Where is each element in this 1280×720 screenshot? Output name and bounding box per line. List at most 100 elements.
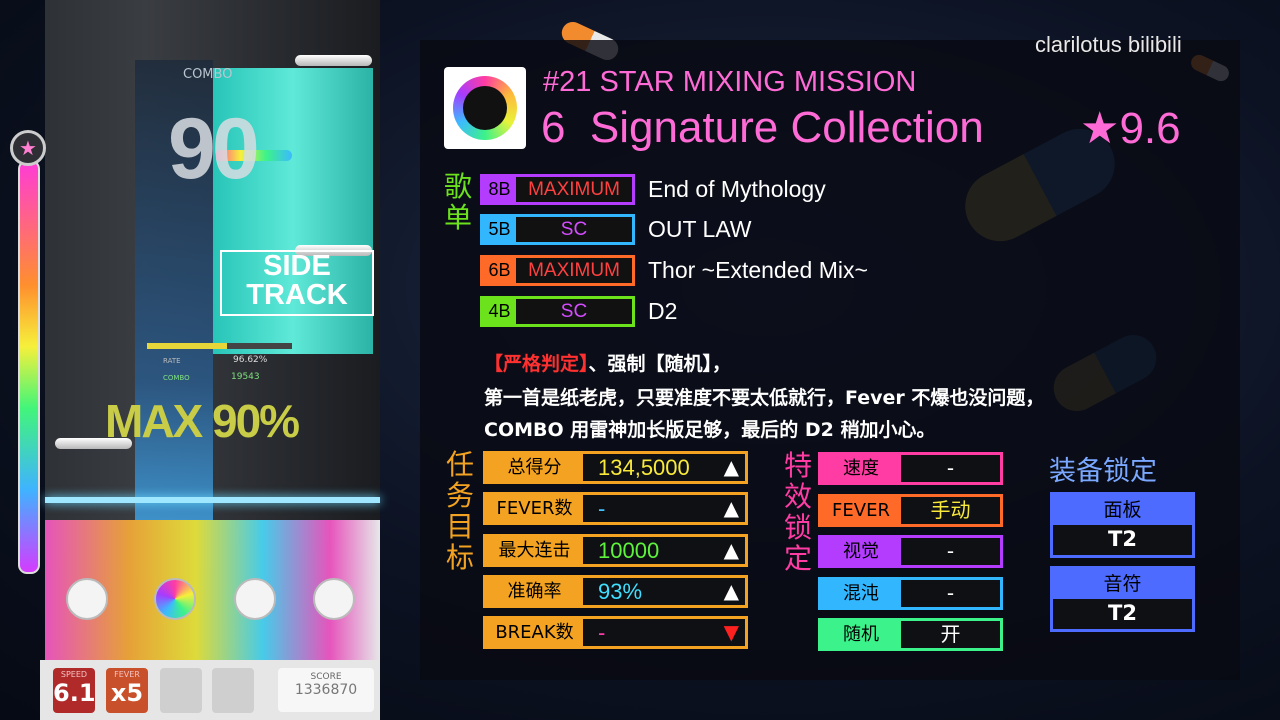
effect-row: 速度 - bbox=[818, 452, 1003, 485]
goal-value: 134,5000 bbox=[598, 455, 690, 480]
rainbow-ring-icon bbox=[453, 76, 517, 140]
combo-small-value: 19543 bbox=[231, 372, 260, 382]
rate-label: RATE bbox=[163, 357, 181, 365]
goal-label: 准确率 bbox=[486, 578, 583, 605]
song-name: OUT LAW bbox=[648, 216, 752, 242]
song-difficulty-badge: 6B MAXIMUM bbox=[480, 255, 635, 286]
goal-label: 最大连击 bbox=[486, 537, 583, 564]
fever-value: x5 bbox=[110, 679, 144, 707]
equipment-lock-title: 装备锁定 bbox=[1049, 456, 1157, 487]
forced-random-text: 、强制【随机】， bbox=[588, 353, 732, 375]
combo-counter: 90 bbox=[168, 101, 260, 197]
score-box: SCORE 1336870 bbox=[278, 668, 374, 712]
speed-value: 6.1 bbox=[53, 679, 96, 707]
rate-bar bbox=[147, 343, 292, 349]
equipment-box: 音符 T2 bbox=[1050, 566, 1195, 632]
effect-label: FEVER bbox=[821, 497, 901, 524]
song-difficulty-badge: 8B MAXIMUM bbox=[480, 174, 635, 205]
song-difficulty: MAXIMUM bbox=[528, 260, 620, 281]
goal-value: 10000 bbox=[598, 538, 660, 563]
song-name: D2 bbox=[648, 298, 678, 324]
description-line-2: 第一首是纸老虎，只要准度不要太低就行，Fever 不爆也没问题， bbox=[484, 387, 1045, 409]
equipment-value: T2 bbox=[1108, 601, 1137, 625]
goal-row: 最大连击 10000 ▲ bbox=[483, 534, 748, 567]
goal-arrow-icon: ▲ bbox=[723, 579, 739, 603]
max-judgement-text: MAX 90% bbox=[105, 395, 300, 447]
song-difficulty: SC bbox=[560, 301, 588, 322]
goal-row: BREAK数 - ▼ bbox=[483, 616, 748, 649]
song-level: 8B bbox=[483, 177, 516, 202]
goal-value: - bbox=[598, 496, 606, 521]
effect-row: FEVER 手动 bbox=[818, 494, 1003, 527]
goal-arrow-icon: ▼ bbox=[723, 620, 739, 644]
description-line-1: 【严格判定】、强制【随机】， bbox=[484, 349, 731, 376]
rate-value: 96.62% bbox=[233, 355, 268, 365]
equipment-label: 音符 bbox=[1053, 569, 1192, 599]
effect-label: 速度 bbox=[821, 455, 901, 482]
lane-key-1[interactable] bbox=[66, 578, 108, 620]
side-track-label: SIDE TRACK bbox=[220, 250, 374, 316]
mission-title: #21 STAR MIXING MISSION bbox=[543, 66, 917, 98]
goal-row: FEVER数 - ▲ bbox=[483, 492, 748, 525]
song-difficulty-badge: 5B SC bbox=[480, 214, 635, 245]
lane-key-3[interactable] bbox=[234, 578, 276, 620]
empty-slot bbox=[160, 668, 202, 713]
goal-label: BREAK数 bbox=[486, 619, 583, 646]
goal-value: - bbox=[598, 620, 606, 645]
goal-label: FEVER数 bbox=[486, 495, 583, 522]
score-value: 1336870 bbox=[294, 682, 358, 698]
speed-box: SPEED 6.1 bbox=[53, 668, 96, 713]
difficulty-stars: ★9.6 bbox=[1080, 104, 1181, 153]
effect-label: 视觉 bbox=[821, 538, 901, 565]
mission-goals-label: 任务目标 bbox=[445, 448, 474, 574]
star-icon: ★ bbox=[10, 130, 46, 166]
effect-value: 开 bbox=[940, 622, 961, 646]
collection-title: 6 Signature Collection bbox=[541, 103, 984, 152]
equipment-box: 面板 T2 bbox=[1050, 492, 1195, 558]
goal-arrow-icon: ▲ bbox=[723, 455, 739, 479]
goal-value: 93% bbox=[598, 579, 643, 604]
watermark: clarilotus bilibili bbox=[1035, 32, 1182, 57]
goal-arrow-icon: ▲ bbox=[723, 496, 739, 520]
effect-value: - bbox=[946, 539, 955, 563]
song-level: 6B bbox=[483, 258, 516, 283]
effect-row: 混沌 - bbox=[818, 577, 1003, 610]
effects-lock-label: 特效锁定 bbox=[783, 449, 812, 575]
goal-arrow-icon: ▲ bbox=[723, 538, 739, 562]
combo-label: COMBO bbox=[183, 67, 233, 82]
mission-logo bbox=[444, 67, 526, 149]
song-difficulty: SC bbox=[560, 219, 588, 240]
judgement-line bbox=[45, 497, 380, 503]
song-level: 5B bbox=[483, 217, 516, 242]
equipment-value: T2 bbox=[1108, 527, 1137, 551]
score-label: SCORE bbox=[310, 672, 342, 682]
song-name: Thor ~Extended Mix~ bbox=[648, 257, 868, 283]
lane-key-2[interactable] bbox=[154, 578, 196, 620]
side-track-line: TRACK bbox=[246, 279, 348, 311]
empty-slot bbox=[212, 668, 254, 713]
effect-row: 随机 开 bbox=[818, 618, 1003, 651]
side-track-line: SIDE bbox=[263, 250, 331, 282]
goal-row: 准确率 93% ▲ bbox=[483, 575, 748, 608]
effect-row: 视觉 - bbox=[818, 535, 1003, 568]
lane-key-4[interactable] bbox=[313, 578, 355, 620]
effect-label: 随机 bbox=[821, 621, 901, 648]
strict-judge-text: 【严格判定】 bbox=[484, 353, 589, 375]
combo-small-label: COMBO bbox=[163, 374, 190, 382]
effect-value: - bbox=[946, 456, 955, 480]
goal-label: 总得分 bbox=[486, 454, 583, 481]
song-list-label: 歌单 bbox=[443, 170, 472, 234]
goal-row: 总得分 134,5000 ▲ bbox=[483, 451, 748, 484]
effect-label: 混沌 bbox=[821, 580, 901, 607]
song-level: 4B bbox=[483, 299, 516, 324]
song-name: End of Mythology bbox=[648, 176, 826, 202]
note bbox=[295, 55, 372, 66]
speed-label: SPEED bbox=[60, 670, 88, 679]
description-line-3: COMBO 用雷神加长版足够，最后的 D2 稍加小心。 bbox=[484, 419, 936, 441]
fever-gauge bbox=[18, 160, 40, 574]
fever-label: FEVER bbox=[114, 670, 140, 679]
equipment-label: 面板 bbox=[1053, 495, 1192, 525]
effect-value: - bbox=[946, 581, 955, 605]
fever-box: FEVER x5 bbox=[106, 668, 148, 713]
effect-value: 手动 bbox=[930, 498, 971, 522]
